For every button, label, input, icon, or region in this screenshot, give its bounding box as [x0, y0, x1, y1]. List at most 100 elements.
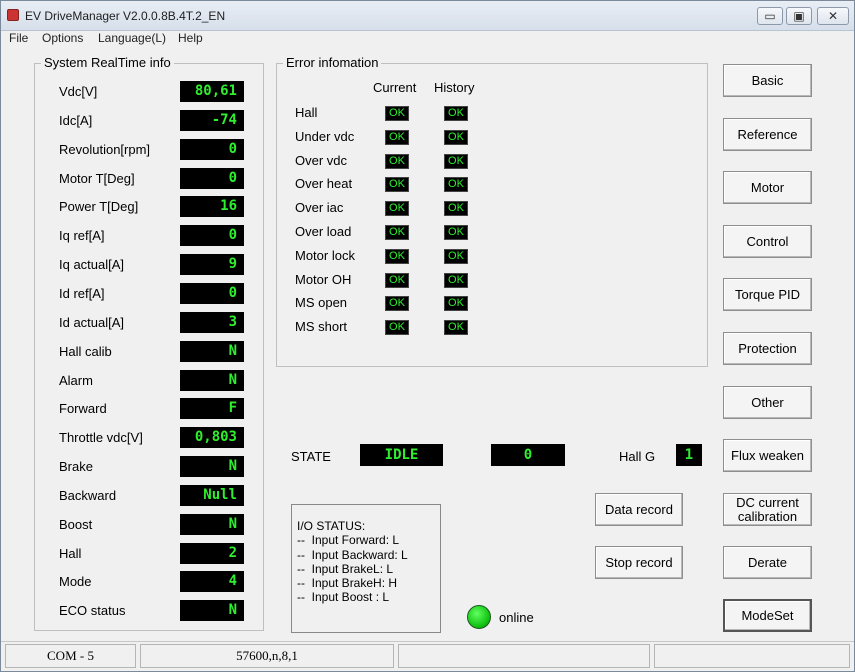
error-current-indicator: OK	[385, 273, 409, 288]
error-label: MS open	[295, 295, 348, 310]
current-column-header: Current	[373, 80, 417, 95]
error-label: Over vdc	[295, 153, 348, 168]
reference-button[interactable]: Reference	[723, 118, 812, 151]
realtime-value: 0,803	[180, 427, 244, 448]
realtime-label: Alarm	[59, 373, 93, 388]
status-cell-4	[654, 644, 850, 668]
realtime-label: Motor T[Deg]	[59, 171, 135, 186]
realtime-value: 16	[180, 196, 244, 217]
io-input-brakel: -- Input BrakeL: L	[297, 561, 394, 576]
motor-button[interactable]: Motor	[723, 171, 812, 204]
io-input-backward: -- Input Backward: L	[297, 547, 408, 562]
close-button[interactable]: ✕	[817, 7, 849, 25]
state-code: 0	[491, 444, 565, 466]
error-history-indicator: OK	[444, 320, 468, 335]
flux-weaken-button[interactable]: Flux weaken	[723, 439, 812, 472]
realtime-label: Hall	[59, 546, 82, 561]
realtime-label: Hall calib	[59, 344, 112, 359]
realtime-value: N	[180, 456, 244, 477]
torque-pid-button[interactable]: Torque PID	[723, 278, 812, 311]
realtime-label: Id actual[A]	[59, 315, 125, 330]
error-current-indicator: OK	[385, 130, 409, 145]
error-label: Under vdc	[295, 129, 355, 144]
error-current-indicator: OK	[385, 201, 409, 216]
menu-help[interactable]: Help	[178, 31, 203, 46]
error-current-indicator: OK	[385, 296, 409, 311]
stop-record-button[interactable]: Stop record	[595, 546, 683, 579]
menu-bar: File Options Language(L) Help	[1, 31, 854, 47]
dc-current-calibration-button[interactable]: DC current calibration	[723, 493, 812, 526]
app-icon	[7, 9, 19, 21]
io-input-brakeh: -- Input BrakeH: H	[297, 576, 398, 591]
realtime-value: 0	[180, 168, 244, 189]
error-history-indicator: OK	[444, 106, 468, 121]
minimize-button[interactable]: ▭	[757, 7, 783, 25]
error-history-indicator: OK	[444, 249, 468, 264]
status-com-port: COM - 5	[5, 644, 136, 668]
error-history-indicator: OK	[444, 154, 468, 169]
online-label: online	[499, 610, 534, 625]
hall-g-label: Hall G	[619, 449, 656, 464]
error-history-indicator: OK	[444, 201, 468, 216]
menu-language[interactable]: Language(L)	[98, 31, 166, 46]
realtime-value: N	[180, 514, 244, 535]
realtime-value: 3	[180, 312, 244, 333]
realtime-value: 9	[180, 254, 244, 275]
realtime-value: 0	[180, 139, 244, 160]
error-current-indicator: OK	[385, 320, 409, 335]
menu-options[interactable]: Options	[42, 31, 83, 46]
dc-current-label-line1: DC current	[736, 495, 799, 510]
error-current-indicator: OK	[385, 249, 409, 264]
io-status-panel: I/O STATUS: -- Input Forward: L -- Input…	[291, 504, 441, 633]
history-column-header: History	[434, 80, 475, 95]
realtime-value: 0	[180, 225, 244, 246]
derate-button[interactable]: Derate	[723, 546, 812, 579]
realtime-value: Null	[180, 485, 244, 506]
realtime-value: N	[180, 341, 244, 362]
realtime-label: Iq actual[A]	[59, 257, 125, 272]
error-label: Motor OH	[295, 272, 352, 287]
data-record-button[interactable]: Data record	[595, 493, 683, 526]
status-serial-settings: 57600,n,8,1	[140, 644, 394, 668]
realtime-label: Power T[Deg]	[59, 199, 139, 214]
modeset-button[interactable]: ModeSet	[723, 599, 812, 632]
error-label: Motor lock	[295, 248, 355, 263]
realtime-value: 80,61	[180, 81, 244, 102]
error-current-indicator: OK	[385, 106, 409, 121]
realtime-label: Throttle vdc[V]	[59, 430, 143, 445]
realtime-label: ECO status	[59, 603, 126, 618]
realtime-value: N	[180, 370, 244, 391]
error-label: Over iac	[295, 200, 344, 215]
maximize-button[interactable]: ▣	[786, 7, 812, 25]
realtime-value: 4	[180, 571, 244, 592]
realtime-label: Idc[A]	[59, 113, 93, 128]
state-label: STATE	[291, 449, 331, 464]
menu-file[interactable]: File	[9, 31, 28, 46]
protection-button[interactable]: Protection	[723, 332, 812, 365]
error-label: Over load	[295, 224, 352, 239]
realtime-label: Vdc[V]	[59, 84, 98, 99]
realtime-label: Revolution[rpm]	[59, 142, 151, 157]
realtime-value: -74	[180, 110, 244, 131]
basic-button[interactable]: Basic	[723, 64, 812, 97]
error-current-indicator: OK	[385, 154, 409, 169]
realtime-label: Mode	[59, 574, 92, 589]
error-label: Hall	[295, 105, 318, 120]
realtime-label: Boost	[59, 517, 93, 532]
title-bar[interactable]: EV DriveManager V2.0.0.8B.4T.2_EN ▭ ▣ ✕	[1, 1, 854, 31]
main-window: EV DriveManager V2.0.0.8B.4T.2_EN ▭ ▣ ✕ …	[0, 0, 855, 672]
error-info-title: Error infomation	[283, 55, 382, 70]
realtime-label: Brake	[59, 459, 93, 474]
dc-current-label-line2: calibration	[737, 509, 798, 524]
realtime-value: N	[180, 600, 244, 621]
error-label: Over heat	[295, 176, 353, 191]
error-label: MS short	[295, 319, 348, 334]
error-history-indicator: OK	[444, 130, 468, 145]
hall-g-value: 1	[676, 444, 702, 466]
other-button[interactable]: Other	[723, 386, 812, 419]
realtime-value: 2	[180, 543, 244, 564]
io-status-heading: I/O STATUS:	[297, 519, 366, 533]
error-current-indicator: OK	[385, 225, 409, 240]
control-button[interactable]: Control	[723, 225, 812, 258]
realtime-label: Iq ref[A]	[59, 228, 105, 243]
